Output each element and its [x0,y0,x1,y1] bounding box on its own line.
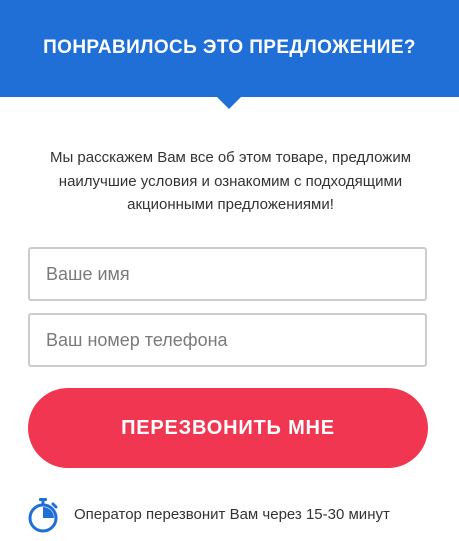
intro-line: наилучшие условия и ознакомим с подходящ… [58,172,403,190]
callback-time-note: Оператор перезвонит Вам через 15-30 мину… [74,506,390,523]
header-bar: ПОНРАВИЛОСЬ ЭТО ПРЕДЛОЖЕНИЕ? [0,0,459,97]
callback-button[interactable]: ПЕРЕЗВОНИТЬ МНЕ [28,388,428,468]
intro-line: Мы расскажем Вам все об этом товаре, пре… [49,149,412,166]
name-input[interactable] [28,247,427,301]
stopwatch-icon [26,497,60,533]
phone-input[interactable] [28,313,427,367]
intro-line: акционными предложениями! [127,196,334,213]
footer-note: Оператор перезвонит Вам через 15-30 мину… [26,497,436,533]
header-pointer-arrow [217,97,241,109]
header-title: ПОНРАВИЛОСЬ ЭТО ПРЕДЛОЖЕНИЕ? [43,37,416,58]
callback-widget: ПОНРАВИЛОСЬ ЭТО ПРЕДЛОЖЕНИЕ? Мы расскаже… [0,0,459,541]
intro-text: Мы расскажем Вам все об этом товаре, пре… [28,146,433,217]
